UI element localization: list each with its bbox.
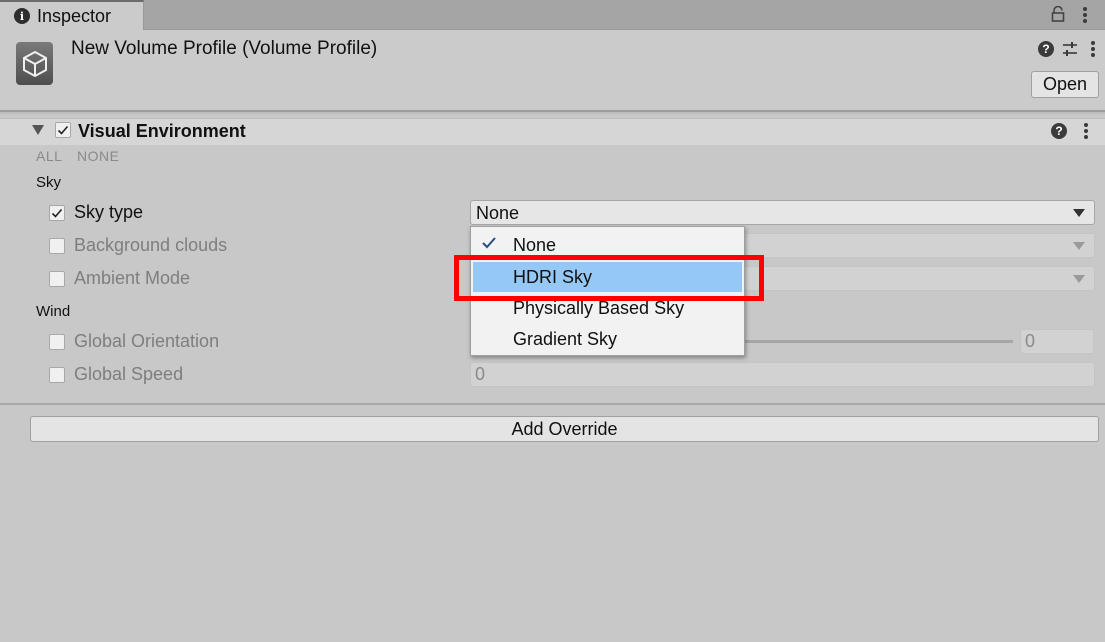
- background-clouds-label: Background clouds: [74, 235, 228, 255]
- header-menu-icon[interactable]: [1091, 41, 1095, 57]
- help-icon[interactable]: ?: [1038, 41, 1054, 57]
- ambient-mode-label: Ambient Mode: [74, 268, 191, 288]
- component-enabled-checkbox[interactable]: [55, 122, 71, 138]
- all-toggle[interactable]: ALL: [36, 148, 62, 164]
- menu-item-gradient-sky[interactable]: Gradient Sky: [471, 324, 744, 354]
- ambient-mode-override-checkbox[interactable]: [49, 271, 65, 287]
- tab-menu-icon[interactable]: [1083, 7, 1087, 23]
- settings-sliders-icon[interactable]: [1062, 41, 1078, 57]
- none-toggle[interactable]: NONE: [77, 148, 119, 164]
- divider: [0, 403, 1105, 405]
- global-orientation-override-checkbox[interactable]: [49, 334, 65, 350]
- check-icon: [482, 237, 496, 249]
- foldout-arrow-icon[interactable]: [32, 125, 44, 135]
- chevron-down-icon: [1073, 275, 1085, 283]
- info-icon: i: [14, 8, 30, 24]
- tab-inspector[interactable]: i Inspector: [0, 0, 144, 30]
- asset-title: New Volume Profile (Volume Profile): [71, 38, 378, 59]
- global-orientation-slider[interactable]: [745, 340, 1013, 343]
- sky-type-dropdown[interactable]: None: [470, 200, 1095, 225]
- divider: [0, 112, 1105, 114]
- global-speed-override-checkbox[interactable]: [49, 367, 65, 383]
- group-label-sky: Sky: [36, 174, 62, 191]
- annotation-highlight-box: [454, 255, 764, 301]
- global-speed-label: Global Speed: [74, 364, 184, 384]
- group-label-wind: Wind: [36, 303, 71, 320]
- global-orientation-field[interactable]: 0: [1020, 329, 1094, 354]
- sky-type-value: None: [476, 203, 520, 223]
- volume-profile-icon: [16, 42, 53, 85]
- add-override-button[interactable]: Add Override: [30, 416, 1099, 442]
- sky-type-override-checkbox[interactable]: [49, 205, 65, 221]
- chevron-down-icon: [1073, 242, 1085, 250]
- component-title: Visual Environment: [78, 121, 246, 141]
- background-clouds-override-checkbox[interactable]: [49, 238, 65, 254]
- tab-label: Inspector: [37, 5, 112, 26]
- open-button[interactable]: Open: [1031, 71, 1099, 98]
- component-menu-icon[interactable]: [1084, 123, 1088, 139]
- global-speed-field[interactable]: 0: [470, 362, 1095, 387]
- sky-type-label: Sky type: [74, 202, 144, 222]
- chevron-down-icon: [1073, 209, 1085, 217]
- global-orientation-label: Global Orientation: [74, 331, 220, 351]
- lock-icon[interactable]: [1051, 6, 1065, 22]
- tab-bar: i Inspector: [0, 0, 1105, 30]
- component-help-icon[interactable]: ?: [1051, 123, 1067, 139]
